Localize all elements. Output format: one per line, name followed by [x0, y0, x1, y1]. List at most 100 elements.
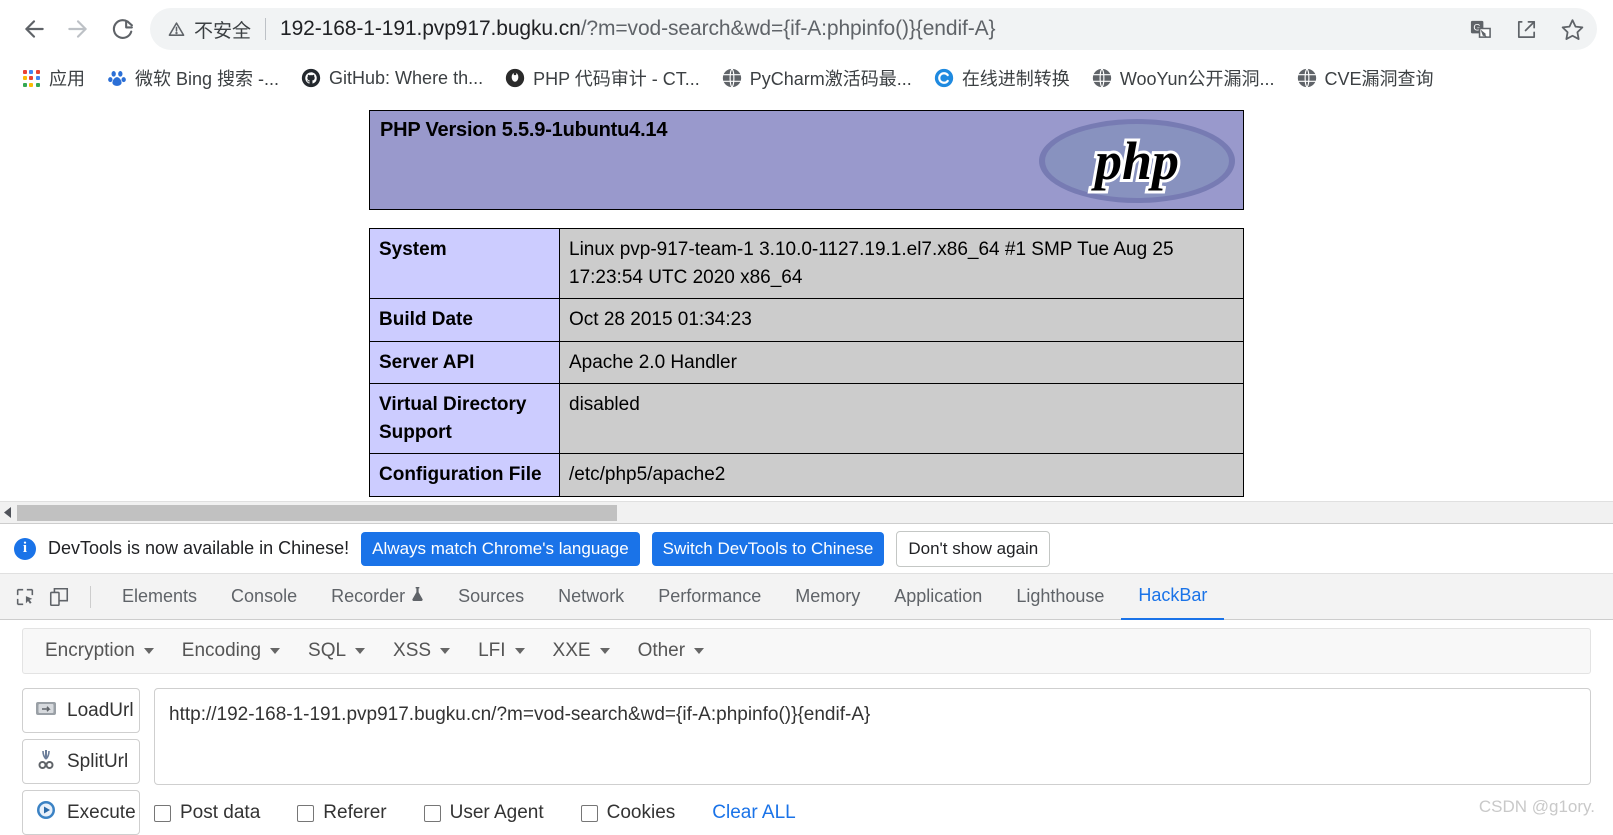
- tab-label: Performance: [658, 586, 762, 606]
- row-value: disabled: [559, 383, 1244, 455]
- watermark: CSDN @g1ory.: [1478, 797, 1595, 816]
- back-button[interactable]: [12, 7, 56, 51]
- load-url-icon: [34, 698, 58, 724]
- share-icon[interactable]: [1507, 10, 1545, 48]
- bookmark-star-icon[interactable]: [1553, 10, 1591, 48]
- tab-label: Memory: [795, 586, 861, 606]
- menu-sql[interactable]: SQL: [294, 634, 379, 668]
- menu-encoding[interactable]: Encoding: [168, 634, 294, 668]
- chevron-down-icon: [355, 648, 366, 654]
- hackbar-menu-bar: Encryption Encoding SQL XSS LFI XXE Othe…: [22, 628, 1591, 674]
- button-label: SplitUrl: [67, 750, 129, 772]
- row-key: Virtual Directory Support: [369, 383, 560, 455]
- device-toolbar-icon[interactable]: [42, 580, 76, 614]
- inspect-element-icon[interactable]: [8, 580, 42, 614]
- match-chrome-language-button[interactable]: Always match Chrome's language: [361, 531, 640, 566]
- menu-xxe[interactable]: XXE: [539, 634, 624, 668]
- dark-circle-icon: [505, 68, 525, 88]
- page-horizontal-scrollbar[interactable]: [0, 501, 1613, 523]
- bookmarks-bar: 应用 微软 Bing 搜索 -... GitHub: Where th... P…: [0, 58, 1613, 98]
- option-post-data[interactable]: Post data: [154, 802, 260, 824]
- forward-button[interactable]: [56, 7, 100, 51]
- tab-network[interactable]: Network: [541, 574, 641, 620]
- address-bar[interactable]: 不安全 192-168-1-191.pvp917.bugku.cn/?m=vod…: [150, 8, 1597, 50]
- url-text[interactable]: 192-168-1-191.pvp917.bugku.cn/?m=vod-sea…: [280, 17, 1453, 41]
- split-url-button[interactable]: SplitUrl: [22, 739, 140, 784]
- load-url-button[interactable]: LoadUrl: [22, 688, 140, 733]
- bookmark-label: GitHub: Where th...: [329, 67, 484, 88]
- chevron-down-icon: [514, 648, 525, 654]
- url-input[interactable]: http://192-168-1-191.pvp917.bugku.cn/?m=…: [154, 688, 1591, 785]
- row-value: Oct 28 2015 01:34:23: [559, 298, 1244, 342]
- security-indicator[interactable]: 不安全: [168, 16, 251, 43]
- option-referer[interactable]: Referer: [297, 802, 387, 824]
- tab-memory[interactable]: Memory: [778, 574, 877, 620]
- option-label: Referer: [323, 802, 387, 823]
- checkbox-icon[interactable]: [154, 804, 171, 822]
- bookmark-cve[interactable]: CVE漏洞查询: [1286, 61, 1445, 95]
- bookmark-label: WooYun公开漏洞...: [1119, 69, 1275, 89]
- play-icon: [34, 799, 58, 827]
- checkbox-icon[interactable]: [297, 804, 315, 822]
- row-value: Linux pvp-917-team-1 3.10.0-1127.19.1.el…: [559, 227, 1244, 300]
- table-row: Virtual Directory Support disabled: [369, 383, 1244, 455]
- tab-hackbar[interactable]: HackBar: [1121, 574, 1225, 620]
- clear-all-link[interactable]: Clear ALL: [712, 802, 795, 824]
- bookmark-label: 微软 Bing 搜索 -...: [135, 69, 280, 89]
- bookmark-binary-converter[interactable]: 在线进制转换: [923, 61, 1081, 95]
- scrollbar-track[interactable]: [17, 505, 1596, 521]
- bookmark-pycharm[interactable]: PyCharm激活码最...: [711, 61, 923, 95]
- execute-button[interactable]: Execute: [22, 790, 140, 835]
- browser-toolbar: 不安全 192-168-1-191.pvp917.bugku.cn/?m=vod…: [0, 0, 1613, 58]
- switch-devtools-chinese-button[interactable]: Switch DevTools to Chinese: [651, 531, 885, 566]
- tab-label: HackBar: [1138, 585, 1208, 605]
- tab-application[interactable]: Application: [877, 574, 999, 620]
- bookmark-bing[interactable]: 微软 Bing 搜索 -...: [96, 61, 290, 95]
- chevron-down-icon: [694, 648, 705, 654]
- button-label: LoadUrl: [67, 699, 134, 721]
- button-label: Execute: [67, 801, 136, 823]
- tab-sources[interactable]: Sources: [441, 574, 541, 620]
- menu-encryption[interactable]: Encryption: [31, 634, 168, 668]
- menu-label: XXE: [552, 640, 591, 661]
- scrollbar-thumb[interactable]: [17, 505, 617, 521]
- phpinfo-content: PHP Version 5.5.9-1ubuntu4.14 php php Sy…: [369, 98, 1244, 497]
- dont-show-again-button[interactable]: Don't show again: [896, 530, 1051, 567]
- hackbar-options: Post data Referer User Agent Cookies Cle…: [154, 802, 1591, 824]
- chevron-down-icon: [440, 648, 451, 654]
- menu-lfi[interactable]: LFI: [464, 634, 538, 668]
- menu-label: Encryption: [45, 640, 135, 661]
- checkbox-icon[interactable]: [423, 804, 441, 822]
- option-cookies[interactable]: Cookies: [580, 802, 675, 824]
- reload-button[interactable]: [100, 7, 144, 51]
- translate-icon[interactable]: G: [1461, 10, 1499, 48]
- hackbar-actions: LoadUrl SplitUrl Execute: [22, 688, 140, 835]
- tab-performance[interactable]: Performance: [641, 574, 778, 620]
- menu-other[interactable]: Other: [624, 634, 719, 668]
- menu-xss[interactable]: XSS: [379, 634, 464, 668]
- globe-icon: [722, 68, 742, 88]
- table-row: Configuration File /etc/php5/apache2: [369, 453, 1244, 497]
- tab-recorder[interactable]: Recorder: [314, 574, 441, 620]
- row-value: Apache 2.0 Handler: [559, 340, 1244, 385]
- option-user-agent[interactable]: User Agent: [423, 802, 544, 824]
- table-row: Build Date Oct 28 2015 01:34:23: [369, 298, 1244, 342]
- menu-label: Encoding: [181, 640, 262, 661]
- bookmark-wooyun[interactable]: WooYun公开漏洞...: [1081, 61, 1286, 95]
- tab-label: Sources: [458, 586, 525, 606]
- bookmark-github[interactable]: GitHub: Where th...: [290, 64, 494, 93]
- scissors-icon: [34, 748, 58, 776]
- table-row: Server API Apache 2.0 Handler: [369, 340, 1244, 385]
- bookmark-php-audit[interactable]: PHP 代码审计 - CT...: [494, 61, 711, 95]
- tab-label: Application: [894, 586, 983, 606]
- tab-elements[interactable]: Elements: [105, 574, 214, 620]
- notice-message: DevTools is now available in Chinese!: [48, 538, 350, 558]
- checkbox-icon[interactable]: [580, 804, 598, 822]
- menu-label: Other: [637, 640, 686, 661]
- tab-lighthouse[interactable]: Lighthouse: [999, 574, 1121, 620]
- bookmark-apps[interactable]: 应用: [10, 61, 96, 95]
- toolbar-divider: [90, 585, 91, 608]
- scroll-left-arrow[interactable]: [0, 502, 17, 524]
- option-label: Post data: [180, 802, 261, 823]
- tab-console[interactable]: Console: [214, 574, 314, 620]
